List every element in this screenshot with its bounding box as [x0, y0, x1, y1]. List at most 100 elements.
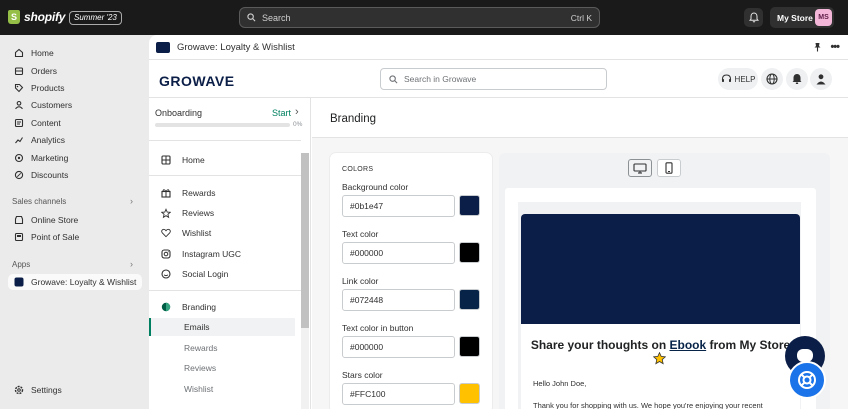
gw-nav-home[interactable]: Home [149, 151, 295, 169]
discounts-icon [14, 170, 24, 180]
gw-nav-label: Rewards [182, 188, 216, 198]
apps-heading: Apps [12, 260, 31, 269]
colors-heading: COLORS [342, 166, 374, 173]
rewards-icon [161, 188, 171, 198]
search-shortcut: Ctrl K [570, 12, 592, 23]
more-options-icon[interactable]: ••• [830, 41, 840, 53]
gw-nav-branding[interactable]: Branding [149, 298, 295, 316]
nav-item-point-of-sale[interactable]: Point of Sale [8, 229, 142, 245]
gw-nav-rewards[interactable]: Rewards [149, 184, 295, 202]
nav-item-customers[interactable]: Customers [8, 97, 142, 113]
gw-nav-branding-rewards[interactable]: Rewards [149, 339, 295, 357]
mobile-icon [665, 162, 673, 174]
search-icon [247, 13, 256, 22]
nav-label: Discounts [31, 170, 69, 180]
email-heading-pre: Share your thoughts on [530, 338, 670, 352]
sidebar-scrollbar-thumb[interactable] [301, 153, 309, 328]
background-color-swatch[interactable] [459, 195, 480, 216]
text-color-swatch[interactable] [459, 242, 480, 263]
field-label: Stars color [342, 370, 383, 380]
search-placeholder: Search in Growave [404, 74, 477, 84]
shopify-logo[interactable]: S shopify [8, 10, 65, 24]
bell-icon [748, 12, 759, 23]
nav-label: Online Store [31, 215, 79, 225]
account-button[interactable] [810, 68, 832, 90]
chevron-right-icon[interactable]: › [130, 196, 133, 206]
nav-item-content[interactable]: Content [8, 115, 142, 131]
help-button[interactable]: HELP [718, 68, 758, 90]
search-placeholder: Search [262, 12, 291, 23]
mobile-preview-button[interactable] [657, 159, 681, 177]
nav-item-online-store[interactable]: Online Store [8, 212, 142, 228]
top-bar: S shopify Summer '23 Search Ctrl K My St… [0, 0, 848, 35]
gw-nav-wishlist[interactable]: Wishlist [149, 224, 295, 242]
button-text-color-input[interactable]: #000000 [342, 336, 455, 358]
divider [149, 140, 301, 141]
shopify-bag-icon: S [8, 10, 20, 24]
email-preview-area: Share your thoughts on Ebook from My Sto… [499, 153, 830, 409]
background-color-input[interactable]: #0b1e47 [342, 195, 455, 217]
gw-nav-branding-reviews[interactable]: Reviews [149, 359, 295, 377]
email-heading: Share your thoughts on Ebook from My Sto… [521, 338, 800, 352]
onboarding-label: Onboarding [155, 108, 203, 118]
nav-item-orders[interactable]: Orders [8, 63, 142, 79]
pin-icon[interactable] [813, 42, 822, 54]
nav-label: Products [31, 83, 65, 93]
notifications-button[interactable] [786, 68, 808, 90]
onboarding-progress-bar [155, 123, 290, 127]
nav-item-settings[interactable]: Settings [8, 382, 142, 398]
colors-card: COLORS Background color #0b1e47 Text col… [330, 153, 492, 409]
field-label: Background color [342, 182, 409, 192]
gw-nav-label: Social Login [182, 269, 229, 279]
gw-nav-social-login[interactable]: Social Login [149, 265, 295, 283]
global-search-input[interactable]: Search Ctrl K [239, 7, 600, 28]
link-color-input[interactable]: #072448 [342, 289, 455, 311]
gw-nav-reviews[interactable]: Reviews [149, 204, 295, 222]
onboarding-start-link[interactable]: Start [272, 108, 291, 118]
nav-item-analytics[interactable]: Analytics [8, 132, 142, 148]
growave-logo-text: GROWAVE [159, 73, 235, 89]
product-link[interactable]: Ebook [669, 338, 706, 352]
app-title-bar: Growave: Loyalty & Wishlist ••• [149, 35, 848, 60]
nav-item-home[interactable]: Home [8, 45, 142, 61]
growave-search-input[interactable]: Search in Growave [380, 68, 607, 90]
nav-label: Orders [31, 66, 57, 76]
nav-item-growave[interactable]: Growave: Loyalty & Wishlist [8, 274, 142, 290]
nav-item-marketing[interactable]: Marketing [8, 150, 142, 166]
email-greeting: Hello John Doe, [533, 379, 587, 388]
text-color-input[interactable]: #000000 [342, 242, 455, 264]
email-body: Share your thoughts on Ebook from My Sto… [521, 324, 800, 409]
link-color-swatch[interactable] [459, 289, 480, 310]
edition-badge: Summer '23 [69, 11, 122, 25]
chevron-right-icon[interactable]: › [130, 259, 133, 269]
shopify-wordmark: shopify [24, 10, 66, 24]
desktop-preview-button[interactable] [628, 159, 652, 177]
chevron-right-icon[interactable]: › [295, 106, 299, 118]
gw-nav-emails[interactable]: Emails [149, 318, 295, 336]
stars-color-swatch[interactable] [459, 383, 480, 404]
help-label: HELP [734, 74, 756, 84]
growave-logo[interactable]: GROWAVE [159, 73, 235, 89]
desktop-icon [633, 162, 647, 174]
nav-item-products[interactable]: Products [8, 80, 142, 96]
gw-nav-branding-wishlist[interactable]: Wishlist [149, 380, 295, 398]
bell-icon [792, 74, 802, 84]
store-menu-button[interactable]: My Store MS [770, 7, 834, 28]
lifebuoy-icon [798, 371, 816, 389]
growave-app-icon [156, 41, 170, 53]
email-banner [521, 214, 800, 324]
main-content: Branding COLORS Background color #0b1e47… [312, 98, 848, 409]
star-icon [653, 352, 666, 365]
button-text-color-swatch[interactable] [459, 336, 480, 357]
search-icon [389, 74, 398, 83]
gw-nav-instagram[interactable]: Instagram UGC [149, 245, 295, 263]
language-button[interactable] [761, 68, 783, 90]
email-preview-card: Share your thoughts on Ebook from My Sto… [505, 188, 816, 409]
instagram-icon [161, 249, 171, 259]
notifications-button[interactable] [744, 8, 763, 27]
stars-color-input[interactable]: #FFC100 [342, 383, 455, 405]
sales-channels-heading: Sales channels [12, 197, 67, 206]
analytics-icon [14, 135, 24, 145]
help-widget-button[interactable] [788, 361, 826, 399]
nav-item-discounts[interactable]: Discounts [8, 167, 142, 183]
